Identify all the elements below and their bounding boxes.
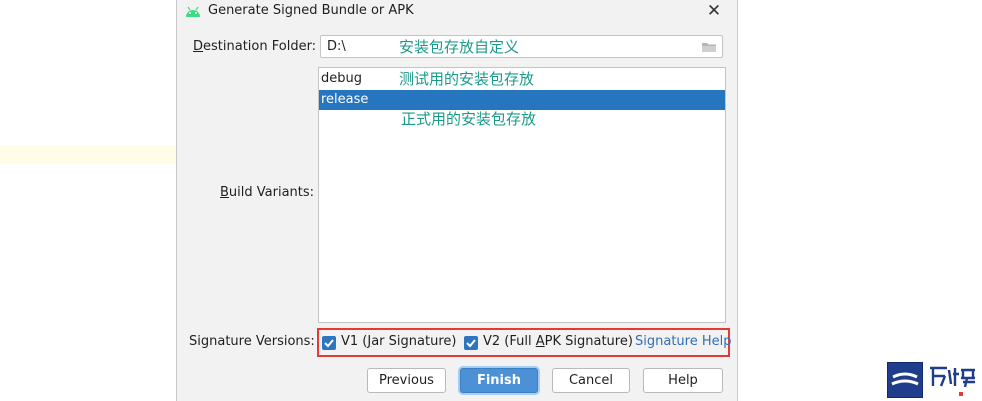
close-icon[interactable]: ✕ [702, 0, 726, 22]
folder-icon[interactable] [701, 41, 717, 53]
generate-signed-apk-dialog: Generate Signed Bundle or APK ✕ Destinat… [176, 0, 738, 401]
previous-button[interactable]: Previous [367, 368, 446, 393]
editor-line-highlight [0, 146, 176, 164]
v1-checkbox-label[interactable]: V1 (Jar Signature) [341, 334, 456, 349]
help-button[interactable]: Help [643, 368, 723, 393]
watermark-logo [887, 362, 979, 398]
editor-background-right [738, 0, 982, 401]
build-variants-list[interactable]: debug release 测试用的安装包存放 正式用的安装包存放 [318, 67, 726, 323]
android-icon [185, 4, 201, 18]
build-variants-label: Build Variants: [220, 185, 315, 200]
destination-folder-field[interactable]: D:\ 安装包存放自定义 [320, 35, 723, 58]
debug-annotation: 测试用的安装包存放 [399, 70, 535, 88]
signature-versions-label: Signature Versions: [189, 334, 315, 349]
cancel-button[interactable]: Cancel [552, 368, 630, 393]
destination-annotation: 安装包存放自定义 [399, 38, 520, 56]
release-annotation: 正式用的安装包存放 [401, 110, 537, 128]
signature-help-link[interactable]: Signature Help [635, 334, 731, 349]
variant-item-release[interactable]: release [319, 90, 725, 110]
finish-button[interactable]: Finish [460, 368, 538, 393]
destination-folder-value: D:\ [327, 39, 346, 54]
v2-checkbox-label[interactable]: V2 (Full APK Signature) [483, 334, 633, 349]
editor-background-left [0, 0, 176, 401]
dialog-title: Generate Signed Bundle or APK [208, 3, 414, 18]
logo-text [927, 362, 977, 396]
v1-checkbox[interactable] [322, 336, 336, 350]
destination-folder-label: Destination Folder: [193, 39, 317, 54]
logo-dot [959, 392, 963, 396]
signature-versions-highlight: V1 (Jar Signature) V2 (Full APK Signatur… [317, 328, 731, 357]
v2-checkbox[interactable] [464, 336, 478, 350]
logo-emblem [887, 362, 923, 398]
dialog-titlebar: Generate Signed Bundle or APK ✕ [177, 0, 737, 22]
